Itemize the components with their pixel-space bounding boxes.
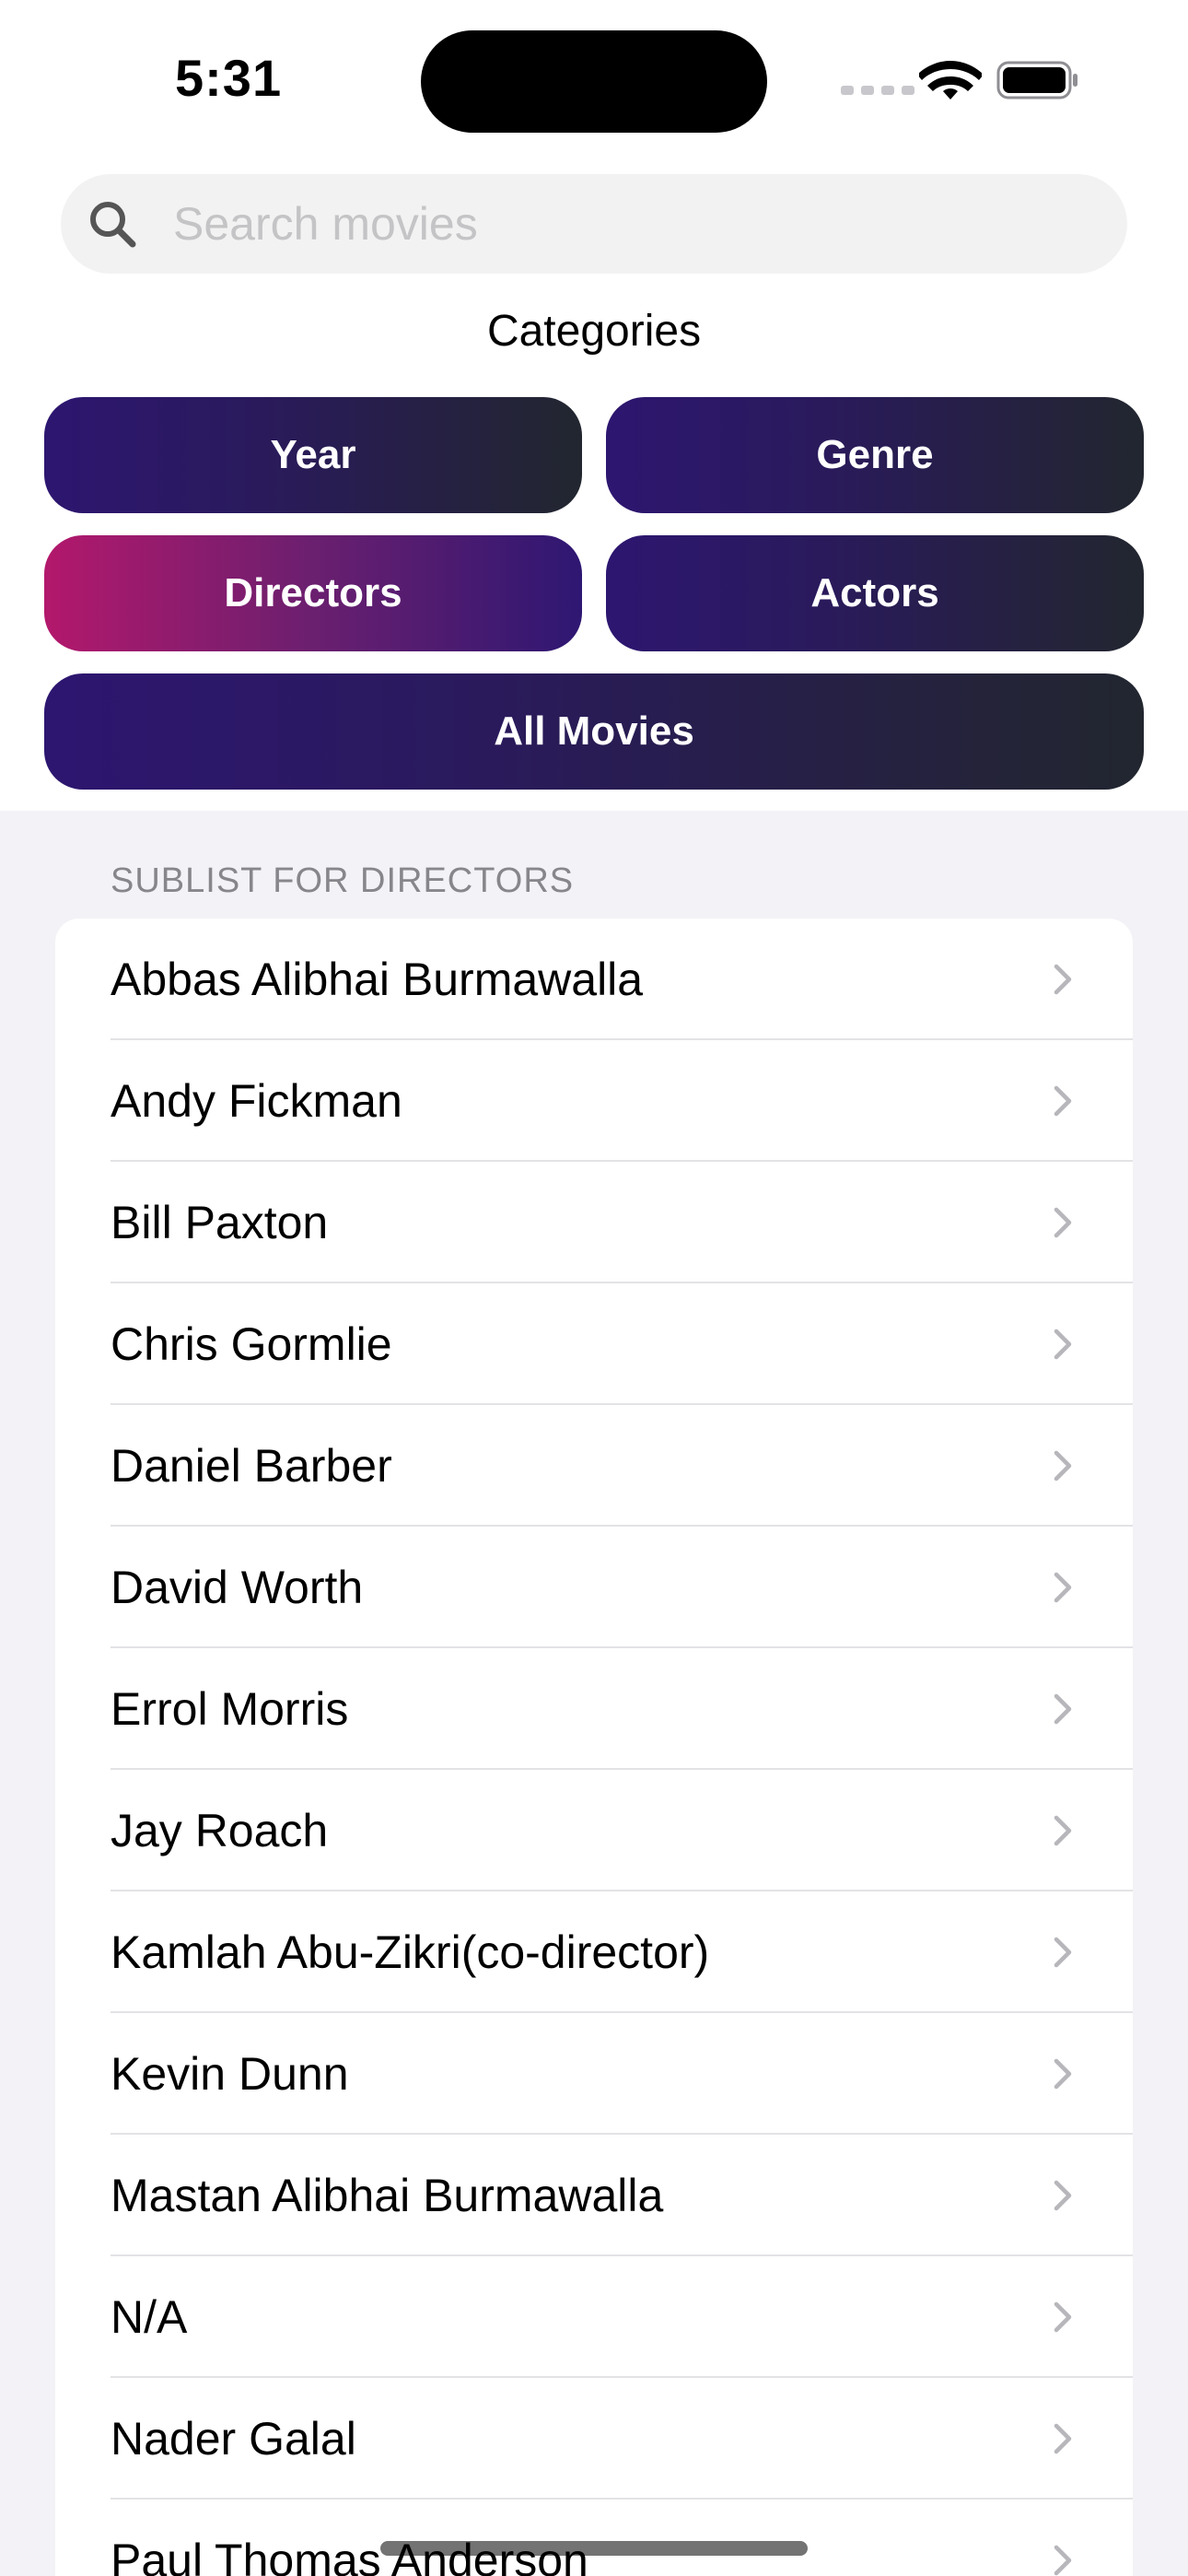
year-button[interactable]: Year: [44, 397, 582, 513]
directors-list: Abbas Alibhai Burmawalla Andy Fickman Bi…: [55, 919, 1133, 2576]
status-time: 5:31: [175, 49, 283, 107]
chevron-right-icon: [1054, 1207, 1072, 1238]
search-input[interactable]: [173, 174, 1094, 274]
list-item-label: Jay Roach: [111, 1805, 329, 1856]
chevron-right-icon: [1054, 1815, 1072, 1846]
categories-title: Categories: [486, 307, 702, 356]
list-item-label: Kevin Dunn: [111, 2048, 349, 2100]
genre-button[interactable]: Genre: [606, 397, 1144, 513]
list-item-label: N/A: [111, 2291, 188, 2343]
list-item[interactable]: Chris Gormlie: [55, 1283, 1133, 1405]
list-item[interactable]: Paul Thomas Anderson: [55, 2500, 1133, 2576]
list-item[interactable]: Kamlah Abu-Zikri(co-director): [55, 1891, 1133, 2013]
list-item-label: Andy Fickman: [111, 1075, 402, 1127]
list-item[interactable]: Abbas Alibhai Burmawalla: [55, 919, 1133, 1040]
screen: 5:31 Categories Year Genre Directors Ac: [0, 0, 1188, 2576]
chevron-right-icon: [1054, 2058, 1072, 2090]
chevron-right-icon: [1054, 1450, 1072, 1481]
list-item[interactable]: Mastan Alibhai Burmawalla: [55, 2135, 1133, 2256]
list-item-label: Kamlah Abu-Zikri(co-director): [111, 1926, 710, 1978]
search-icon: [90, 202, 136, 248]
chevron-right-icon: [1054, 2180, 1072, 2211]
list-item[interactable]: Kevin Dunn: [55, 2013, 1133, 2135]
list-item-label: Abbas Alibhai Burmawalla: [111, 954, 644, 1005]
cellular-signal-icon: [841, 86, 914, 95]
chevron-right-icon: [1054, 1085, 1072, 1117]
chevron-right-icon: [1054, 2545, 1072, 2576]
list-item[interactable]: David Worth: [55, 1527, 1133, 1648]
chevron-right-icon: [1054, 1572, 1072, 1603]
list-item-label: Chris Gormlie: [111, 1318, 392, 1370]
list-item[interactable]: Errol Morris: [55, 1648, 1133, 1770]
search-bar[interactable]: [61, 174, 1127, 274]
actors-button[interactable]: Actors: [606, 535, 1144, 651]
list-item[interactable]: Andy Fickman: [55, 1040, 1133, 1162]
chevron-right-icon: [1054, 2301, 1072, 2333]
list-item-label: Bill Paxton: [111, 1197, 329, 1248]
battery-icon: [996, 61, 1077, 100]
list-item-label: Mastan Alibhai Burmawalla: [111, 2170, 664, 2221]
chevron-right-icon: [1054, 964, 1072, 995]
wifi-icon: [919, 61, 982, 100]
list-item-label: Nader Galal: [111, 2413, 356, 2465]
dynamic-island: [421, 30, 767, 133]
chevron-right-icon: [1054, 1937, 1072, 1968]
directors-button[interactable]: Directors: [44, 535, 582, 651]
home-indicator[interactable]: [380, 2541, 808, 2556]
header-panel: 5:31 Categories Year Genre Directors Ac: [0, 0, 1188, 811]
all-movies-button[interactable]: All Movies: [44, 673, 1144, 790]
list-item[interactable]: Nader Galal: [55, 2378, 1133, 2500]
sublist-header: SUBLIST FOR DIRECTORS: [111, 861, 575, 900]
list-item-label: Paul Thomas Anderson: [111, 2535, 588, 2576]
list-item[interactable]: Jay Roach: [55, 1770, 1133, 1891]
chevron-right-icon: [1054, 2423, 1072, 2454]
list-item[interactable]: Bill Paxton: [55, 1162, 1133, 1283]
list-item-label: Daniel Barber: [111, 1440, 392, 1492]
list-item[interactable]: Daniel Barber: [55, 1405, 1133, 1527]
list-item[interactable]: N/A: [55, 2256, 1133, 2378]
list-item-label: David Worth: [111, 1562, 364, 1613]
list-item-label: Errol Morris: [111, 1683, 349, 1735]
chevron-right-icon: [1054, 1329, 1072, 1360]
chevron-right-icon: [1054, 1693, 1072, 1725]
